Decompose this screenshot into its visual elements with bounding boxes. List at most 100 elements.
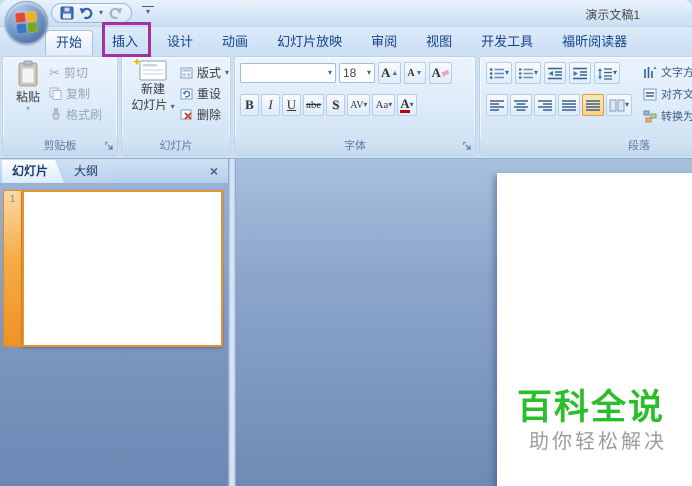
shrink-font-button[interactable]: A ▼ xyxy=(404,62,426,84)
reset-icon xyxy=(180,88,193,99)
paste-dropdown-icon[interactable]: ▾ xyxy=(26,105,30,113)
tab-developer[interactable]: 开发工具 xyxy=(471,30,543,55)
font-color-dropdown-icon: ▾ xyxy=(409,100,414,109)
slides-group-label: 幻灯片 xyxy=(122,138,230,155)
spacing-dropdown-icon: ▾ xyxy=(363,100,368,109)
new-slide-icon xyxy=(139,60,167,81)
change-case-button[interactable]: Aa ▾ xyxy=(372,94,396,116)
columns-button[interactable]: ▾ xyxy=(606,94,633,116)
font-group-label: 字体 xyxy=(235,138,475,155)
convert-to-smartart-button[interactable]: 转换为S xyxy=(643,105,692,127)
powerpoint-window: 演示文稿1 ▾ ▾ 开始 插入 设计 动画 幻灯片放映 审阅 视图 开发工具 福… xyxy=(0,0,692,486)
undo-dropdown-icon[interactable]: ▾ xyxy=(99,9,103,17)
paste-button[interactable]: 粘贴 ▾ xyxy=(8,60,48,113)
numbering-button[interactable]: ▾ xyxy=(515,62,542,84)
line-spacing-icon xyxy=(598,67,613,80)
clipboard-dialog-launcher-icon[interactable] xyxy=(104,141,115,152)
copy-icon xyxy=(49,87,62,100)
font-color-button[interactable]: A ▾ xyxy=(397,94,417,116)
workspace: 幻灯片 大纲 × 1 百科全说 助你轻松解决 xyxy=(0,159,692,486)
font-name-dropdown-icon: ▾ xyxy=(327,68,332,77)
slides-outline-pane: 幻灯片 大纲 × 1 xyxy=(0,159,228,486)
decrease-indent-button[interactable] xyxy=(544,62,567,84)
format-painter-button[interactable]: 格式刷 xyxy=(49,104,102,125)
window-title: 演示文稿1 xyxy=(585,8,640,22)
bullets-icon xyxy=(489,67,504,79)
cut-button[interactable]: ✂ 剪切 xyxy=(49,62,102,83)
underline-button[interactable]: U xyxy=(282,94,301,116)
reset-button[interactable]: 重设 xyxy=(180,83,229,104)
font-size-combobox[interactable]: 18 ▾ xyxy=(339,63,375,83)
text-shadow-button[interactable]: S xyxy=(326,94,346,116)
align-center-button[interactable] xyxy=(510,94,532,116)
align-right-button[interactable] xyxy=(534,94,556,116)
group-paragraph: ▾ ▾ ▾ ▾ 文字方 对齐文 转换为 段落 xyxy=(479,56,692,156)
group-slides: ✦ 新建 幻灯片 ▾ 版式 ▾ 重设 删除 幻灯片 xyxy=(121,55,231,156)
font-name-combobox[interactable]: ▾ xyxy=(240,63,336,83)
quick-access-toolbar: ▾ xyxy=(51,3,133,23)
layout-dropdown-icon: ▾ xyxy=(225,67,230,77)
tab-slideshow[interactable]: 幻灯片放映 xyxy=(267,30,352,55)
smartart-icon xyxy=(643,110,657,122)
save-icon[interactable] xyxy=(60,6,74,20)
strikethrough-button[interactable]: abe xyxy=(303,94,325,116)
layout-button[interactable]: 版式 ▾ xyxy=(180,62,229,83)
text-direction-icon xyxy=(644,66,657,78)
italic-button[interactable]: I xyxy=(261,94,280,116)
pane-tab-outline[interactable]: 大纲 xyxy=(64,160,114,183)
increase-indent-icon xyxy=(573,67,588,79)
tutorial-highlight-box xyxy=(102,22,151,57)
align-text-icon xyxy=(643,88,657,100)
layout-icon xyxy=(180,67,193,78)
tab-review[interactable]: 审阅 xyxy=(361,30,407,55)
undo-icon[interactable] xyxy=(79,6,94,20)
character-spacing-button[interactable]: AV ▾ xyxy=(347,94,371,116)
tab-view[interactable]: 视图 xyxy=(416,30,462,55)
redo-icon xyxy=(108,6,123,20)
copy-button[interactable]: 复制 xyxy=(49,83,102,104)
increase-indent-button[interactable] xyxy=(569,62,592,84)
scissors-icon: ✂ xyxy=(49,65,60,80)
bold-button[interactable]: B xyxy=(240,94,259,116)
pane-splitter[interactable] xyxy=(228,159,236,486)
slide-editing-area: 百科全说 助你轻松解决 xyxy=(236,159,692,486)
columns-icon xyxy=(609,99,625,111)
pane-tab-slides[interactable]: 幻灯片 xyxy=(2,160,64,183)
pane-close-icon[interactable]: × xyxy=(210,164,218,178)
line-spacing-button[interactable]: ▾ xyxy=(594,62,621,84)
justify-button[interactable] xyxy=(558,94,580,116)
tab-design[interactable]: 设计 xyxy=(157,30,203,55)
brush-icon xyxy=(52,108,60,120)
font-dialog-launcher-icon[interactable] xyxy=(462,141,473,152)
tab-animations[interactable]: 动画 xyxy=(212,30,258,55)
paste-icon xyxy=(18,60,38,87)
decrease-indent-icon xyxy=(548,67,563,79)
eraser-icon xyxy=(441,69,450,77)
customize-qat-icon[interactable]: ▾ xyxy=(142,6,154,17)
office-button[interactable] xyxy=(5,1,48,44)
new-slide-button[interactable]: ✦ 新建 幻灯片 ▾ xyxy=(128,55,178,113)
watermark-subtitle: 助你轻松解决 xyxy=(529,431,667,453)
numbering-icon xyxy=(519,68,534,78)
delete-slide-button[interactable]: 删除 xyxy=(180,104,229,125)
font-size-dropdown-icon: ▾ xyxy=(366,68,371,77)
distribute-text-button[interactable] xyxy=(582,94,604,116)
slide-thumbnail[interactable] xyxy=(22,190,223,347)
slide-page[interactable]: 百科全说 助你轻松解决 xyxy=(497,173,692,486)
new-slide-label-2: 幻灯片 ▾ xyxy=(131,98,175,113)
align-text-button[interactable]: 对齐文本 xyxy=(643,83,692,105)
grow-font-button[interactable]: A ▲ xyxy=(378,62,402,84)
ribbon: 粘贴 ▾ ✂ 剪切 复制 格式刷 剪贴板 ✦ 新建 幻灯片 ▾ 版式 ▾ 重设 … xyxy=(0,55,692,159)
bullets-button[interactable]: ▾ xyxy=(486,62,513,84)
font-color-icon: A xyxy=(400,95,410,113)
group-clipboard: 粘贴 ▾ ✂ 剪切 复制 格式刷 剪贴板 xyxy=(2,56,118,156)
tab-foxit-reader[interactable]: 福昕阅读器 xyxy=(552,30,637,55)
new-slide-label-1: 新建 xyxy=(140,82,165,96)
paragraph-group-label: 段落 xyxy=(480,138,692,155)
slide-number-strip: 1 xyxy=(3,190,22,347)
pane-tab-bar: 幻灯片 大纲 × xyxy=(0,159,228,184)
align-left-button[interactable] xyxy=(486,94,508,116)
tab-home[interactable]: 开始 xyxy=(45,30,94,55)
clear-formatting-button[interactable]: A xyxy=(428,62,452,84)
text-direction-button[interactable]: 文字方向 xyxy=(643,61,692,83)
